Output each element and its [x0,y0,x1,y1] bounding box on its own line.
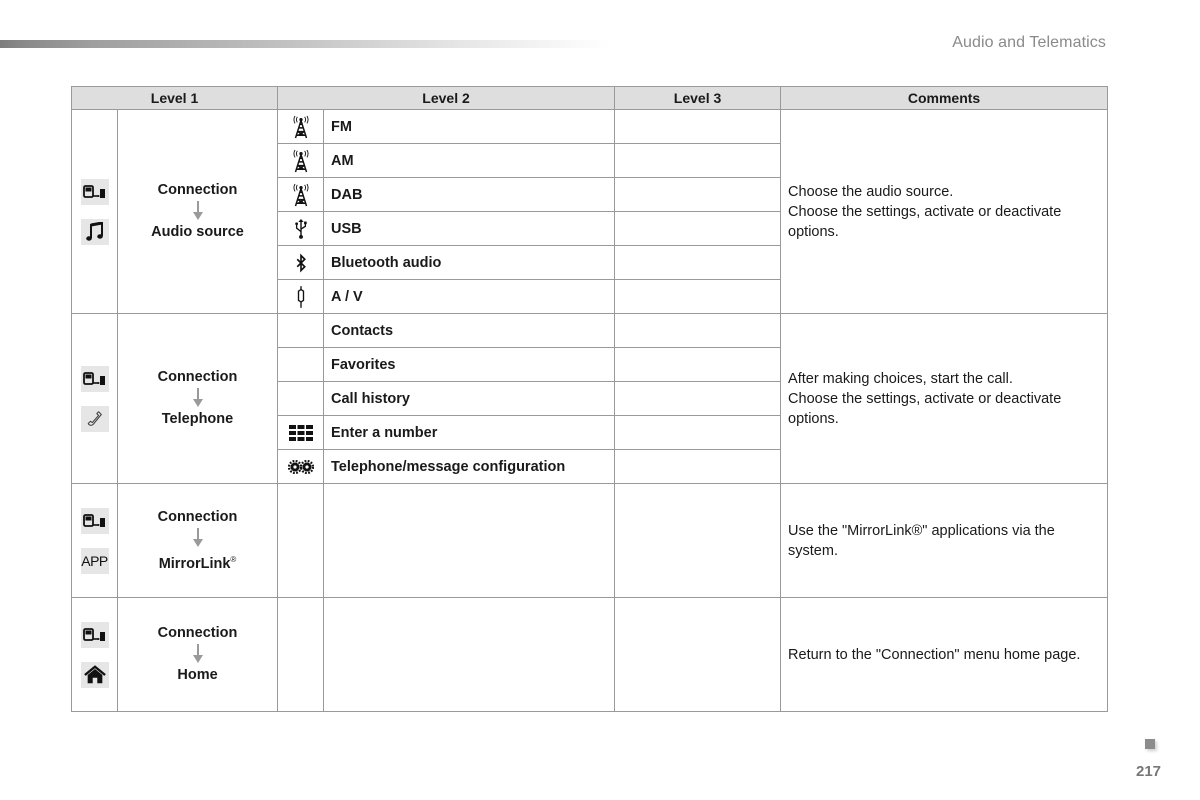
level3-cell [614,211,782,246]
level3-cell [614,245,782,280]
column-header-level3: Level 3 [614,86,782,110]
comment-cell: After making choices, start the call. Ch… [780,313,1109,484]
level1-from-label: Connection [157,508,238,525]
level1-from-label: Connection [157,369,238,385]
comment-line: Choose the settings, activate or deactiv… [788,203,1062,240]
level2-item: Bluetooth audio [323,245,616,280]
comment-line: Use the "MirrorLink®" applications via t… [788,522,1055,559]
header-gradient-bar [0,40,610,48]
level2-item: USB [323,211,616,246]
level1-to-text: MirrorLink [158,555,231,572]
level1-label-cell: Connection Audio source [116,109,279,314]
arrow-down-icon [192,388,204,408]
level2-item: Telephone/message configuration [323,449,616,484]
level1-icons-cell [71,597,118,712]
connection-icon [80,178,109,205]
arrow-down-icon [192,528,204,548]
level1-to-label: Home [177,667,218,683]
level2-item: Favorites [323,347,616,382]
table-row: Connection Home Return to the "Connectio… [71,597,1109,712]
jack-plug-icon [277,279,325,314]
table-row: Connection Telephone Contacts After maki… [71,313,1109,484]
table-row: APP Connection MirrorLink® Use the "Mirr… [71,483,1109,598]
level1-to-label: MirrorLink® [118,551,277,573]
usb-icon [277,211,325,246]
app-icon-label: APP [81,552,108,569]
comment-cell: Choose the audio source. Choose the sett… [780,109,1109,314]
level3-cell [614,177,782,212]
level3-cell [614,279,782,314]
empty-icon-cell [277,347,325,382]
level2-item: Call history [323,381,616,416]
empty-icon-cell [277,381,325,416]
comment-line: After making choices, start the call. [788,370,1013,387]
app-icon: APP [80,547,109,574]
level1-to-label: Audio source [151,224,244,240]
level2-item: AM [323,143,616,178]
level3-cell [614,415,782,450]
level3-cell [614,143,782,178]
arrow-down-icon [192,201,204,221]
connection-icon [80,621,109,648]
connection-icon [80,507,109,534]
level1-label-cell: Connection Home [116,597,279,712]
level3-cell [614,483,782,598]
level2-item: Enter a number [323,415,616,450]
page-marker [1145,739,1155,749]
connection-icon [80,365,109,392]
empty-icon-cell [277,313,325,348]
level3-cell [614,449,782,484]
level1-from-label: Connection [157,625,238,641]
comment-line: Return to the "Connection" menu home pag… [788,646,1081,663]
level3-cell [614,597,782,712]
empty-icon-cell [277,597,325,712]
music-note-icon [80,218,109,245]
level1-to-label: Telephone [161,411,234,427]
level3-cell [614,313,782,348]
level1-label-cell: Connection Telephone [116,313,279,484]
table-row: Connection Audio source FM Choose the au… [71,109,1109,314]
level1-icons-cell [71,109,118,314]
level2-item: FM [323,109,616,144]
keypad-icon [277,415,325,450]
comment-line: Choose the audio source. [788,183,954,200]
arrow-down-icon [192,644,204,664]
level3-cell [614,109,782,144]
level2-item: A / V [323,279,616,314]
level2-cell [323,597,616,712]
home-icon [80,661,109,688]
column-header-level1: Level 1 [70,86,279,110]
radio-antenna-icon [277,109,325,144]
level3-cell [614,381,782,416]
menu-table: Level 1 Level 2 Level 3 Comments Connect… [70,86,1109,712]
level1-label-cell: Connection MirrorLink® [116,483,279,598]
level1-icons-cell: APP [71,483,118,598]
level1-from-label: Connection [157,182,238,198]
level1-icons-cell [71,313,118,484]
comment-cell: Return to the "Connection" menu home pag… [780,597,1109,712]
column-header-level2: Level 2 [277,86,616,110]
empty-icon-cell [277,483,325,598]
level2-item: Contacts [323,313,616,348]
comment-line: Choose the settings, activate or deactiv… [788,390,1062,427]
bluetooth-icon [277,245,325,280]
registered-mark: ® [230,554,237,564]
section-title: Audio and Telematics [952,34,1106,51]
radio-antenna-icon [277,177,325,212]
telephone-handset-icon [80,405,109,432]
page-number: 217 [1136,763,1162,780]
gears-icon [277,449,325,484]
column-header-comments: Comments [780,86,1109,110]
level2-item: DAB [323,177,616,212]
radio-antenna-icon [277,143,325,178]
level2-cell [323,483,616,598]
comment-cell: Use the "MirrorLink®" applications via t… [780,483,1109,598]
level3-cell [614,347,782,382]
